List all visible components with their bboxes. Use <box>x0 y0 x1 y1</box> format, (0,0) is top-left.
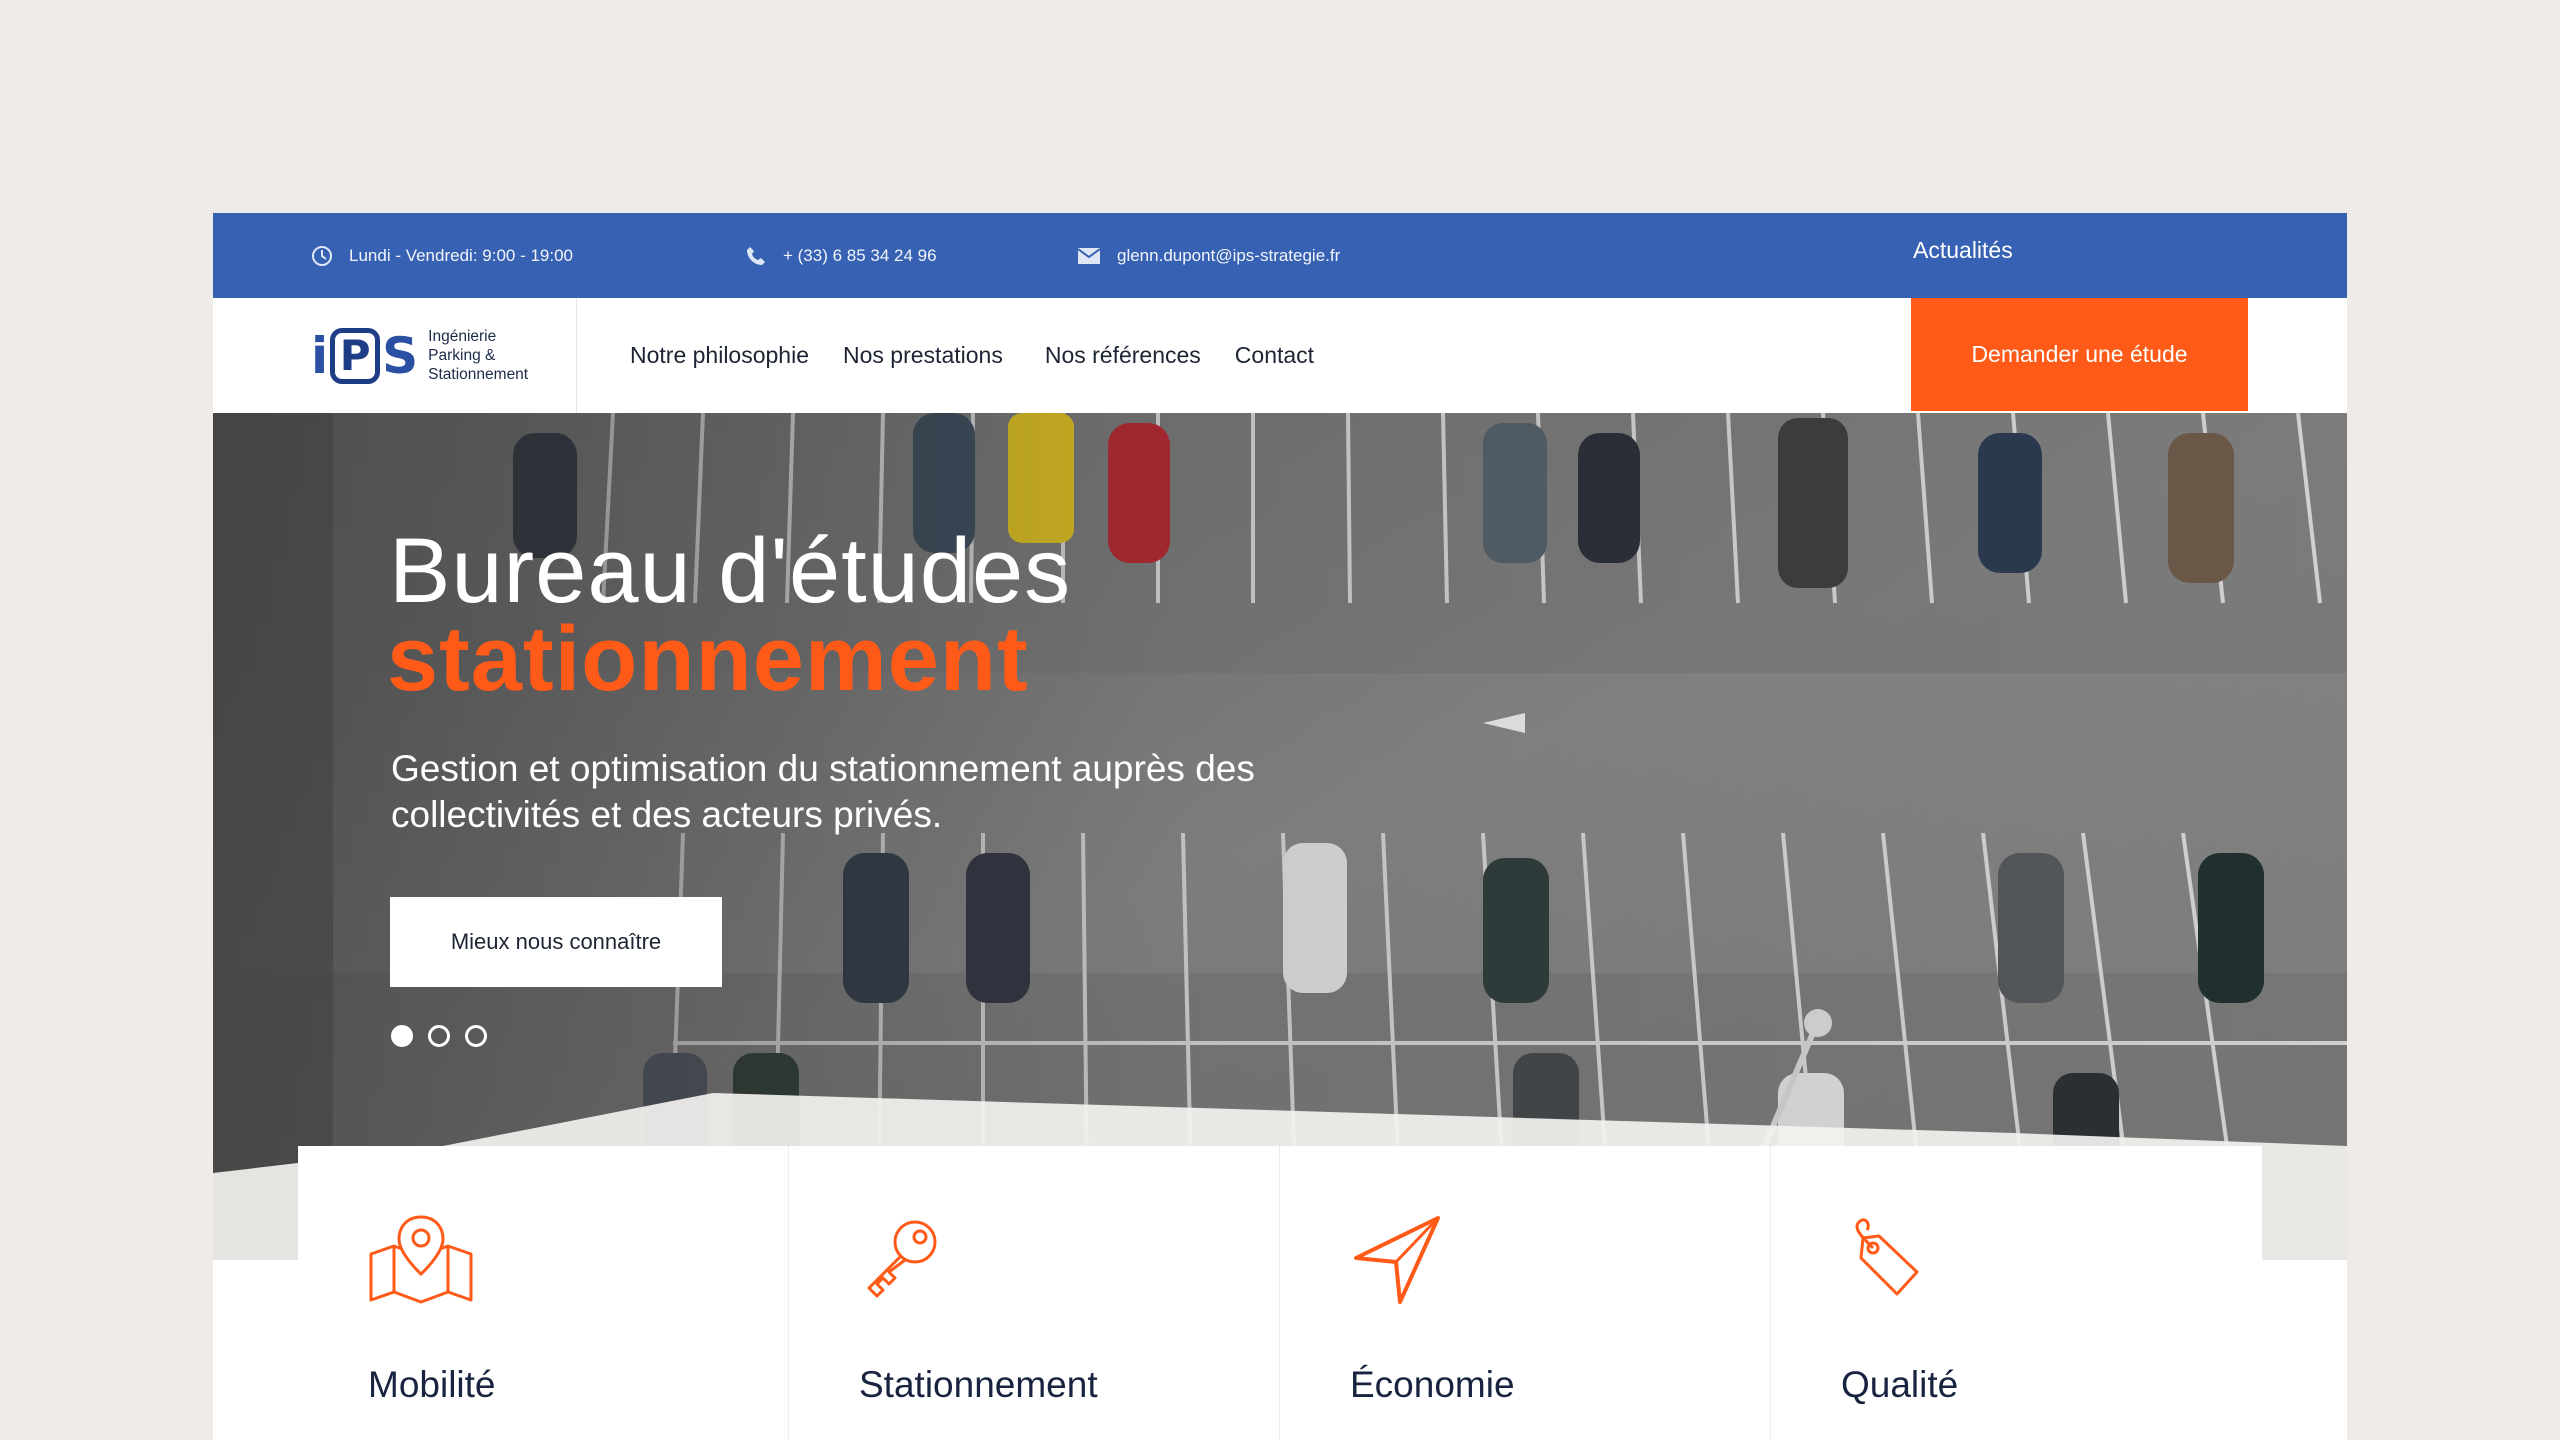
opening-hours-text: Lundi - Vendredi: 9:00 - 19:00 <box>349 245 573 265</box>
email-contact[interactable]: glenn.dupont@ips-strategie.fr <box>1077 213 1340 298</box>
features-strip: Mobilité Stationnement Économie Qualité <box>298 1146 2262 1440</box>
email-address[interactable]: glenn.dupont@ips-strategie.fr <box>1117 246 1340 266</box>
request-study-button[interactable]: Demander une étude <box>1911 298 2248 411</box>
phone-contact[interactable]: + (33) 6 85 34 24 96 <box>745 213 937 298</box>
nav-link-philosophie[interactable]: Notre philosophie <box>630 342 809 369</box>
website-frame: Lundi - Vendredi: 9:00 - 19:00 + (33) 6 … <box>213 213 2347 1440</box>
nav-link-contact[interactable]: Contact <box>1235 342 1314 369</box>
main-navbar: i P S Ingénierie Parking & Stationnement… <box>213 298 2347 413</box>
news-link[interactable]: Actualités <box>1913 213 2013 288</box>
phone-icon <box>747 246 765 265</box>
carousel-dots <box>391 1025 502 1047</box>
clock-icon <box>312 245 332 266</box>
hero-title: Bureau d'études <box>389 520 1072 622</box>
feature-title-qualite: Qualité <box>1841 1364 1959 1405</box>
logo-tagline: Ingénierie Parking & Stationnement <box>428 327 528 384</box>
feature-card-stationnement[interactable]: Stationnement <box>789 1146 1280 1440</box>
logo-mark: i P S <box>311 326 419 385</box>
logo-tagline-line2: Parking & <box>428 347 496 364</box>
hero-banner: Bureau d'études stationnement Gestion et… <box>213 413 2347 1260</box>
logo[interactable]: i P S Ingénierie Parking & Stationnement <box>311 318 528 393</box>
key-icon <box>867 1220 937 1298</box>
hero-title-highlight: stationnement <box>387 608 1029 710</box>
feature-card-mobilite[interactable]: Mobilité <box>298 1146 789 1440</box>
nav-divider <box>576 298 577 413</box>
opening-hours: Lundi - Vendredi: 9:00 - 19:00 <box>311 213 573 298</box>
logo-letter-p: P <box>330 327 381 384</box>
feature-title-economie: Économie <box>1350 1364 1515 1405</box>
phone-number[interactable]: + (33) 6 85 34 24 96 <box>783 246 937 266</box>
logo-letter-i: i <box>311 326 329 385</box>
feature-title-stationnement: Stationnement <box>859 1364 1098 1405</box>
logo-letter-s: S <box>382 326 419 385</box>
feature-title-mobilite: Mobilité <box>368 1364 496 1405</box>
logo-tagline-line3: Stationnement <box>428 366 529 383</box>
nav-links: Notre philosophie Nos prestations Nos ré… <box>630 298 1348 413</box>
learn-more-button[interactable]: Mieux nous connaître <box>390 897 722 987</box>
carousel-dot-2[interactable] <box>428 1025 450 1047</box>
top-info-bar: Lundi - Vendredi: 9:00 - 19:00 + (33) 6 … <box>213 213 2347 298</box>
nav-link-prestations[interactable]: Nos prestations <box>843 342 1003 369</box>
price-tag-icon <box>1855 1218 1919 1296</box>
nav-link-references[interactable]: Nos références <box>1045 342 1201 369</box>
carousel-dot-3[interactable] <box>465 1025 487 1047</box>
mail-icon <box>1077 247 1101 264</box>
feature-card-qualite[interactable]: Qualité <box>1771 1146 2262 1440</box>
carousel-dot-1[interactable] <box>391 1025 413 1047</box>
logo-tagline-line1: Ingénierie <box>428 328 497 345</box>
map-pin-icon <box>369 1215 473 1304</box>
hero-subtitle: Gestion et optimisation du stationnement… <box>391 748 1255 835</box>
feature-card-economie[interactable]: Économie <box>1280 1146 1771 1440</box>
navigation-arrow-icon <box>1354 1216 1440 1304</box>
